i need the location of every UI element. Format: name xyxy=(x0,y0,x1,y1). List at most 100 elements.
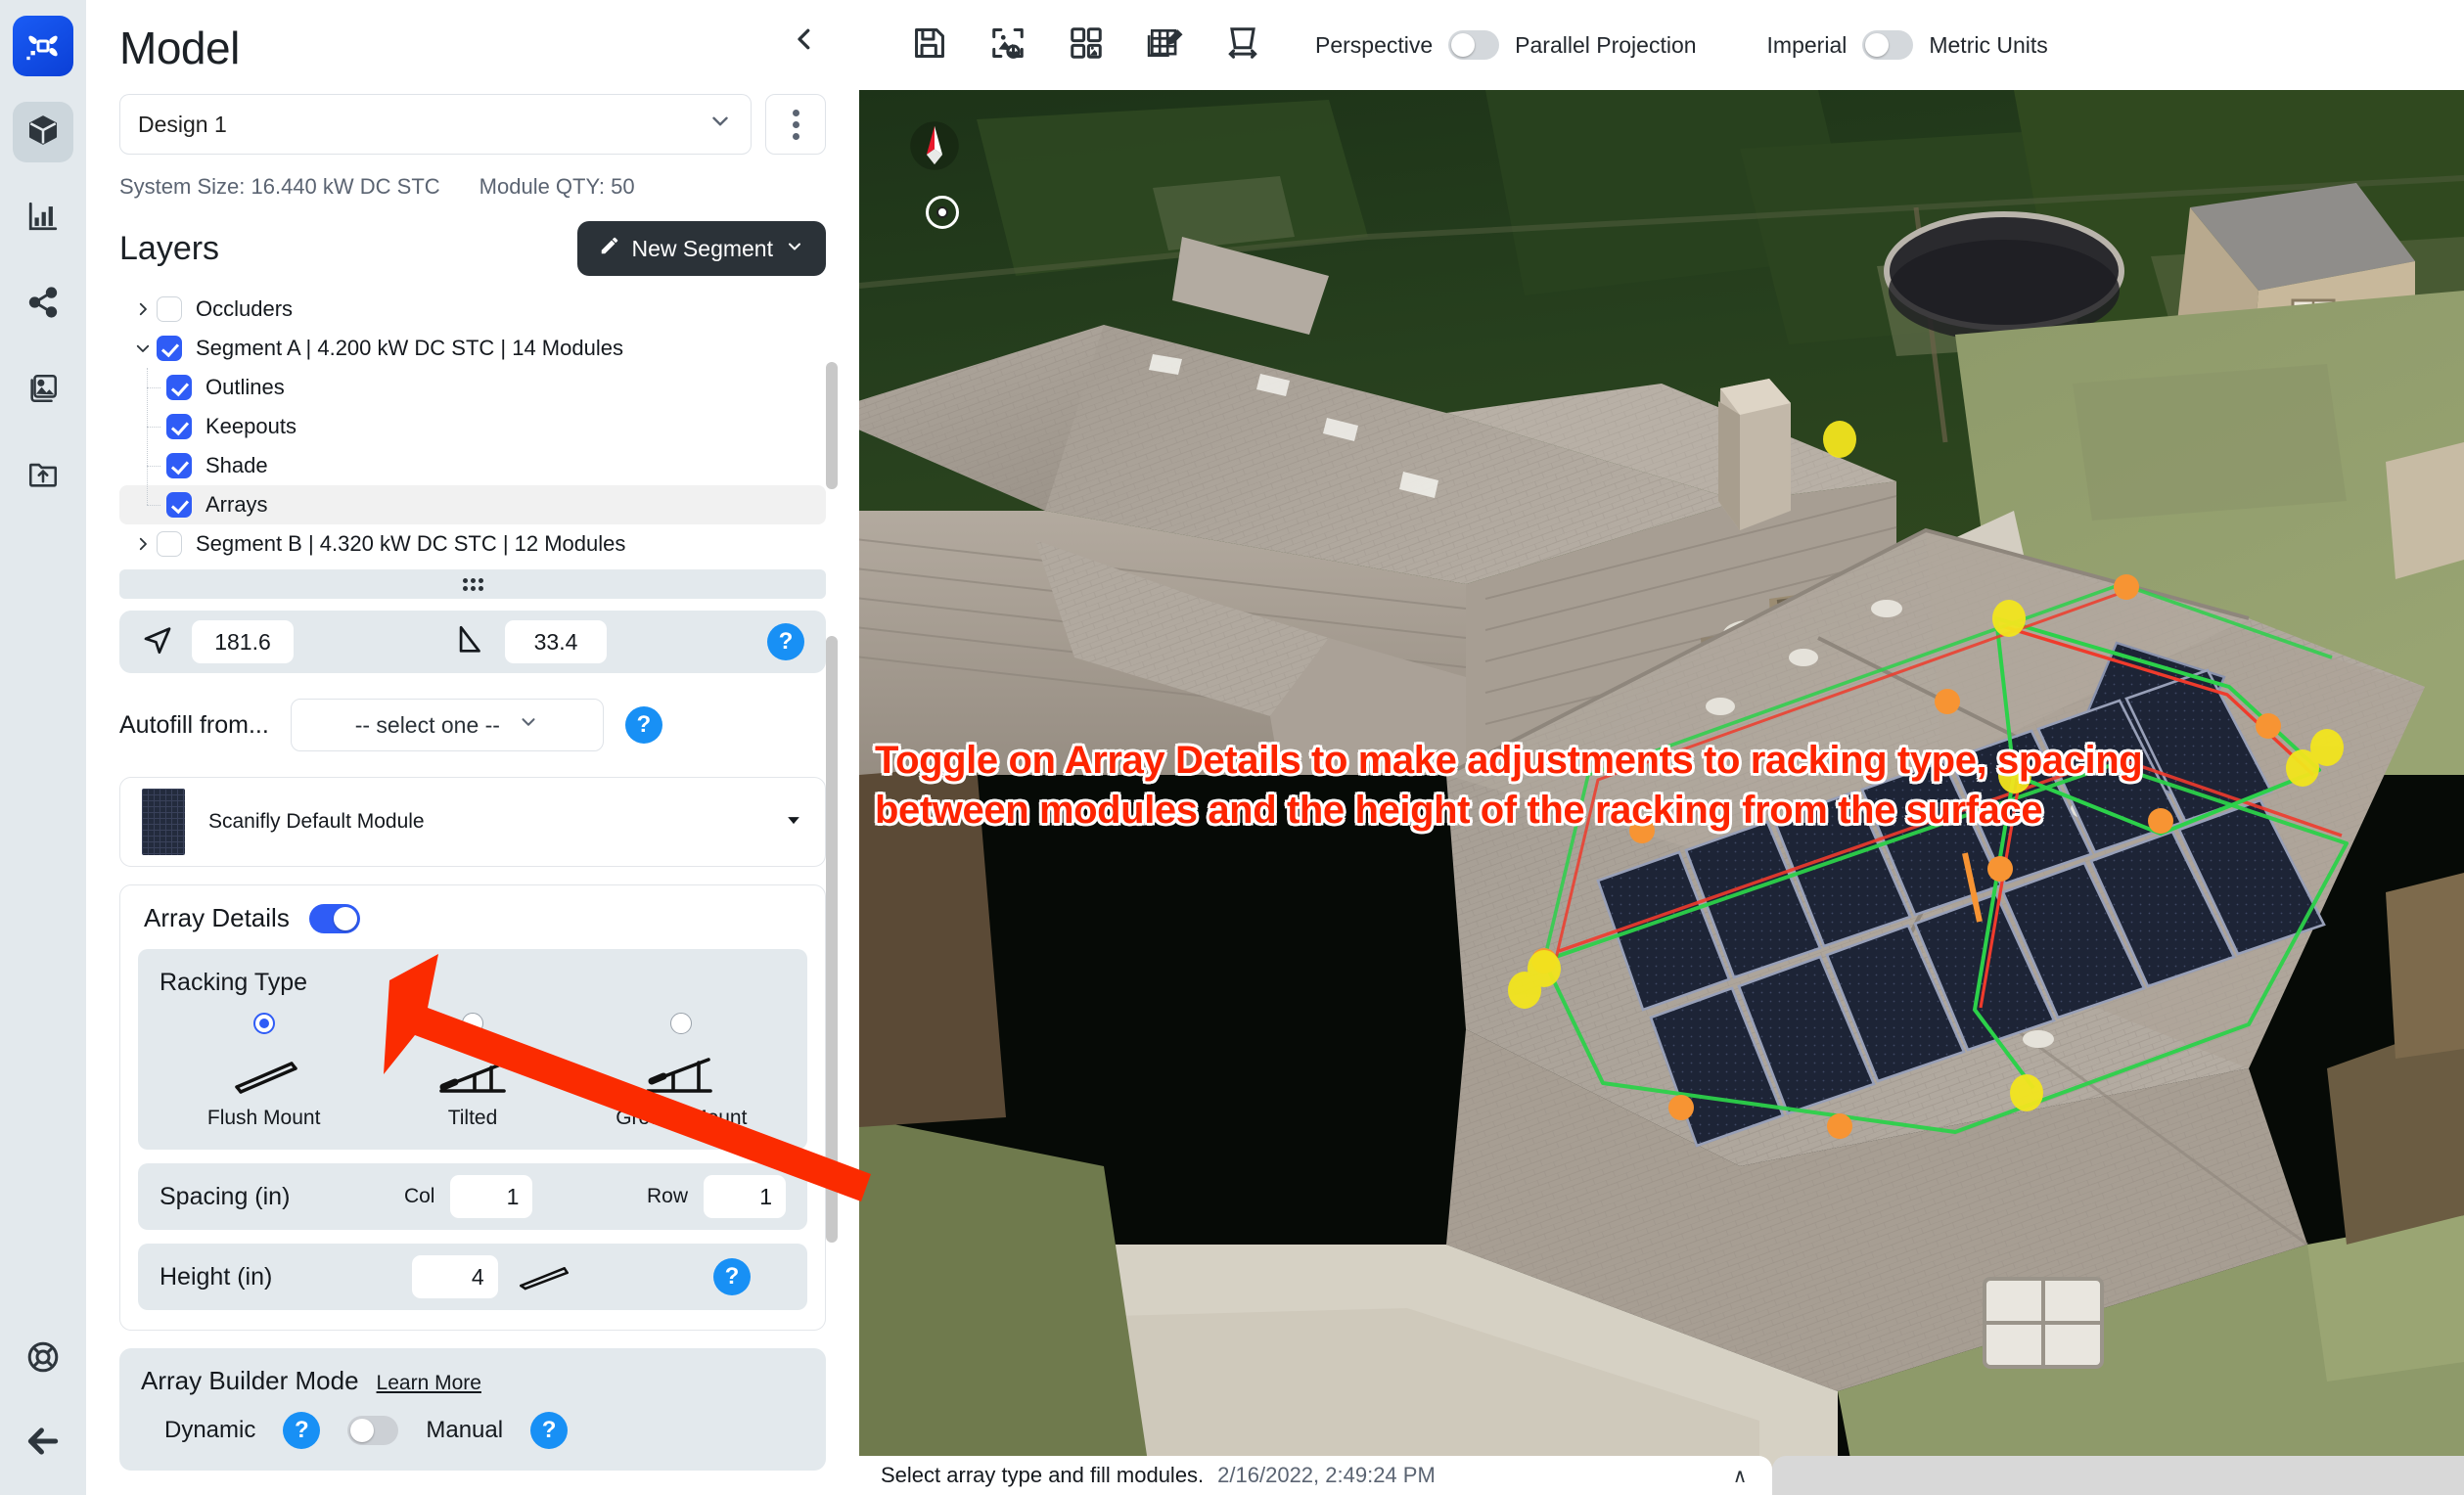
collapse-sidebar-button[interactable] xyxy=(783,20,826,63)
units-toggle[interactable] xyxy=(1862,30,1914,60)
projection-toggle-group: Perspective Parallel Projection xyxy=(1315,30,1697,60)
tree-label: Segment B | 4.320 kW DC STC | 12 Modules xyxy=(196,531,626,556)
racking-radio-tilted[interactable] xyxy=(461,1013,483,1034)
grid-layout-icon xyxy=(1068,24,1105,67)
help-button[interactable] xyxy=(13,1329,73,1389)
rail-bottom-group xyxy=(0,1305,86,1473)
chevron-up-icon[interactable]: ∧ xyxy=(1733,1464,1748,1488)
orientation-help-button[interactable]: ? xyxy=(767,623,804,660)
racking-option-ground-mount[interactable]: Ground Mount xyxy=(577,1013,786,1130)
racking-type-panel: Racking Type Flush Mount Tilted Ground M… xyxy=(138,949,807,1150)
spacing-label: Spacing (in) xyxy=(160,1182,291,1210)
sidebar-item-media[interactable] xyxy=(13,360,73,421)
tilt-input[interactable]: 33.4 xyxy=(505,620,607,663)
layer-checkbox-shade[interactable] xyxy=(166,453,192,478)
tree-row[interactable]: Outlines xyxy=(157,368,826,407)
module-name: Scanifly Default Module xyxy=(208,810,425,833)
chevron-down-icon xyxy=(518,711,539,739)
module-select[interactable]: Scanifly Default Module xyxy=(119,777,826,867)
new-segment-button[interactable]: New Segment xyxy=(576,221,826,276)
array-details-toggle[interactable] xyxy=(308,903,360,933)
racking-option-flush-mount[interactable]: Flush Mount xyxy=(160,1013,368,1130)
aerial-3d-scene[interactable]: Toggle on Array Details to make adjustme… xyxy=(859,90,2464,1495)
annotate-grid-icon xyxy=(1146,24,1183,67)
racking-option-tilted[interactable]: Tilted xyxy=(368,1013,576,1130)
scanifly-logo-icon[interactable] xyxy=(13,16,73,76)
layers-tree: Occluders Segment A | 4.200 kW DC STC | … xyxy=(119,276,826,564)
save-button[interactable] xyxy=(890,11,969,79)
tree-label: Keepouts xyxy=(205,414,297,438)
new-segment-label: New Segment xyxy=(631,235,773,261)
more-vertical-icon xyxy=(792,107,799,142)
spacing-col-input[interactable]: 1 xyxy=(450,1175,533,1218)
layer-checkbox-arrays[interactable] xyxy=(166,492,192,518)
height-label: Height (in) xyxy=(160,1262,273,1291)
tree-row[interactable]: Segment B | 4.320 kW DC STC | 12 Modules xyxy=(119,524,826,564)
manual-label: Manual xyxy=(426,1417,504,1443)
status-timestamp: 2/16/2022, 2:49:24 PM xyxy=(1217,1463,1436,1487)
autofill-help-button[interactable]: ? xyxy=(624,706,662,744)
status-message: Select array type and fill modules. xyxy=(881,1463,1205,1487)
tree-row[interactable]: Keepouts xyxy=(157,407,826,446)
ground-mount-icon xyxy=(577,1046,786,1103)
chevron-down-icon[interactable] xyxy=(129,340,157,357)
annotate-button[interactable] xyxy=(1125,11,1204,79)
layout-button[interactable] xyxy=(1047,11,1125,79)
folder-upload-icon xyxy=(26,458,60,496)
array-details-title: Array Details xyxy=(144,903,290,932)
sidebar-scrollbar[interactable] xyxy=(826,636,838,1243)
tree-row[interactable]: Segment A | 4.200 kW DC STC | 14 Modules xyxy=(119,329,826,368)
tree-row[interactable]: Occluders xyxy=(119,290,826,329)
learn-more-link[interactable]: Learn More xyxy=(377,1372,481,1395)
share-nodes-icon xyxy=(26,286,60,324)
design-select[interactable]: Design 1 xyxy=(119,94,752,155)
array-builder-header: Array Builder Mode Learn More xyxy=(141,1366,804,1396)
export-image-button[interactable] xyxy=(969,11,1047,79)
array-builder-mode-toggle[interactable] xyxy=(347,1416,399,1445)
dynamic-help-button[interactable]: ? xyxy=(283,1412,321,1449)
autofill-select[interactable]: -- select one -- xyxy=(290,699,604,751)
chevron-right-icon[interactable] xyxy=(129,535,157,553)
grip-dots-icon xyxy=(462,577,483,591)
spacing-row-input[interactable]: 1 xyxy=(704,1175,786,1218)
chevron-down-icon xyxy=(707,109,733,140)
status-pill: Select array type and fill modules. 2/16… xyxy=(859,1456,1773,1495)
design-menu-button[interactable] xyxy=(765,94,826,155)
compass-north-icon xyxy=(908,119,961,172)
tree-scrollbar[interactable] xyxy=(826,362,838,489)
layer-checkbox-segment-b[interactable] xyxy=(157,531,182,557)
flush-mount-icon xyxy=(514,1258,574,1296)
manual-help-button[interactable]: ? xyxy=(530,1412,569,1449)
racking-radio-ground-mount[interactable] xyxy=(670,1013,693,1034)
tree-row[interactable]: Shade xyxy=(157,446,826,485)
sidebar-item-analysis[interactable] xyxy=(13,188,73,249)
solar-module-icon xyxy=(142,789,185,855)
layer-checkbox-segment-a[interactable] xyxy=(157,336,182,361)
racking-radio-flush-mount[interactable] xyxy=(252,1013,275,1034)
back-button[interactable] xyxy=(13,1413,73,1473)
height-help-button[interactable]: ? xyxy=(713,1258,752,1295)
tree-row[interactable]: Arrays xyxy=(119,485,826,524)
sidebar-item-upload[interactable] xyxy=(13,446,73,507)
parallel-projection-label: Parallel Projection xyxy=(1515,31,1697,58)
sidebar-item-share[interactable] xyxy=(13,274,73,335)
orientation-panel: 181.6 33.4 ? xyxy=(119,611,826,673)
height-panel: Height (in) 4 ? xyxy=(138,1244,807,1310)
layer-checkbox-occluders[interactable] xyxy=(157,296,182,322)
azimuth-input[interactable]: 181.6 xyxy=(192,620,294,663)
projection-toggle[interactable] xyxy=(1448,30,1500,60)
autofill-label: Autofill from... xyxy=(119,710,269,739)
racking-label: Ground Mount xyxy=(616,1107,748,1129)
chevron-left-icon xyxy=(790,24,819,59)
system-size-label: System Size: 16.440 kW DC STC xyxy=(119,174,440,199)
crosshair-target-icon[interactable] xyxy=(926,196,959,229)
layer-checkbox-outlines[interactable] xyxy=(166,375,192,400)
sidebar-item-model[interactable] xyxy=(13,102,73,162)
layer-checkbox-keepouts[interactable] xyxy=(166,414,192,439)
height-input[interactable]: 4 xyxy=(411,1255,498,1298)
panel-resize-handle[interactable] xyxy=(119,569,826,599)
measure-button[interactable] xyxy=(1204,11,1282,79)
chevron-right-icon[interactable] xyxy=(129,300,157,318)
system-meta: System Size: 16.440 kW DC STC Module QTY… xyxy=(86,155,859,200)
arrow-left-icon xyxy=(24,1423,62,1465)
